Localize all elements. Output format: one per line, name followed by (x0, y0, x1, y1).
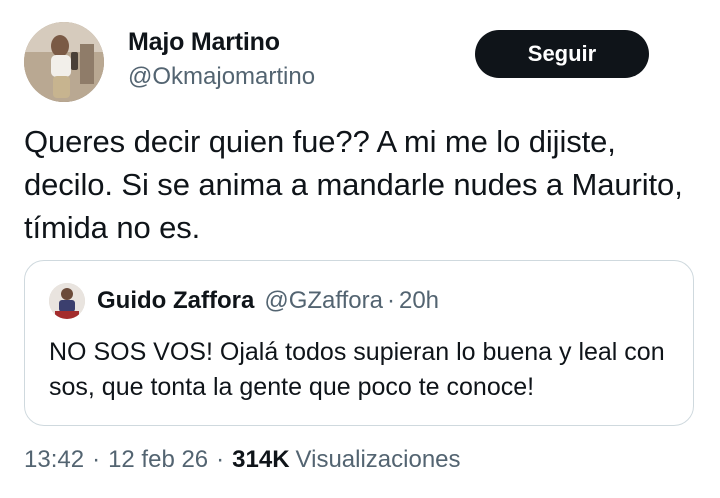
tweet-date[interactable]: 12 feb 26 (108, 446, 208, 474)
tweet-time[interactable]: 13:42 (24, 446, 84, 474)
quoted-author-avatar[interactable] (49, 283, 85, 319)
tweet: Majo Martino @Okmajomartino Seguir Quere… (0, 0, 720, 498)
meta-separator: · (216, 446, 225, 473)
quoted-author-handle[interactable]: @GZaffora (264, 287, 383, 315)
follow-button[interactable]: Seguir (475, 30, 649, 78)
quoted-author-name[interactable]: Guido Zaffora (97, 287, 254, 315)
meta-separator: · (92, 446, 101, 473)
quoted-header: Guido Zaffora @GZaffora · 20h (97, 287, 439, 315)
quoted-tweet-text: NO SOS VOS! Ojalá todos supieran lo buen… (49, 338, 665, 401)
views-count: 314K (232, 446, 290, 473)
views-label: Visualizaciones (295, 446, 461, 473)
quoted-separator: · (386, 287, 395, 314)
author-handle[interactable]: @Okmajomartino (128, 63, 315, 91)
quoted-timestamp[interactable]: 20h (399, 287, 439, 315)
author-avatar[interactable] (24, 22, 104, 102)
tweet-text: Queres decir quien fue?? A mi me lo diji… (24, 124, 683, 245)
tweet-meta: 13:42 · 12 feb 26 · 314K Visualizaciones (24, 446, 461, 474)
quoted-tweet[interactable]: Guido Zaffora @GZaffora · 20h NO SOS VOS… (24, 260, 694, 426)
author-name[interactable]: Majo Martino (128, 28, 280, 57)
